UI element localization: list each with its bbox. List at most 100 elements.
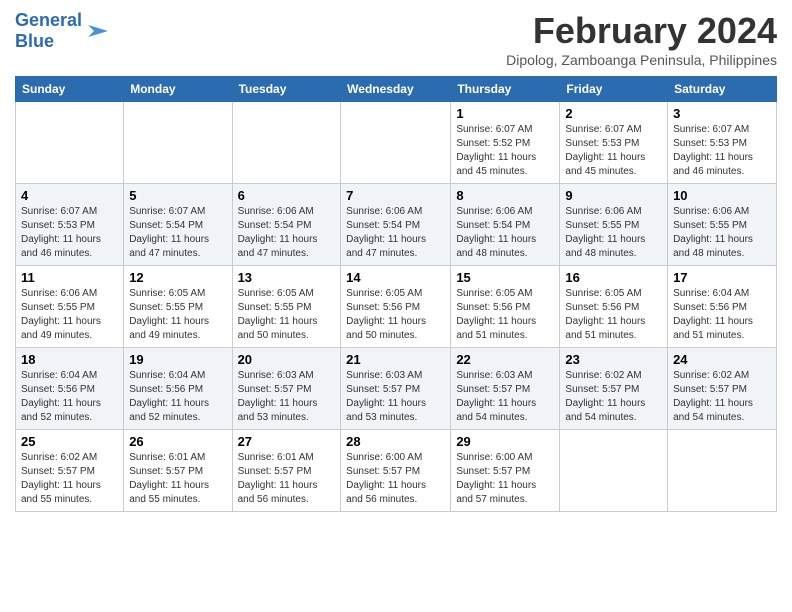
day-info: Sunrise: 6:06 AMSunset: 5:55 PMDaylight:… <box>673 205 771 261</box>
calendar-cell: 2 Sunrise: 6:07 AMSunset: 5:53 PMDaylight… <box>560 102 668 184</box>
day-info: Sunrise: 6:05 AMSunset: 5:56 PMDaylight:… <box>456 287 554 343</box>
day-number: 9 <box>565 188 662 203</box>
day-info: Sunrise: 6:04 AMSunset: 5:56 PMDaylight:… <box>673 287 771 343</box>
day-number: 18 <box>21 352 118 367</box>
calendar-cell: 1 Sunrise: 6:07 AMSunset: 5:52 PMDaylight… <box>451 102 560 184</box>
day-info: Sunrise: 6:07 AMSunset: 5:53 PMDaylight:… <box>21 205 118 261</box>
day-number: 29 <box>456 434 554 449</box>
month-title: February 2024 <box>506 10 777 52</box>
day-number: 27 <box>238 434 336 449</box>
calendar-cell: 22 Sunrise: 6:03 AMSunset: 5:57 PMDayligh… <box>451 348 560 430</box>
calendar-cell: 19 Sunrise: 6:04 AMSunset: 5:56 PMDayligh… <box>124 348 232 430</box>
day-number: 28 <box>346 434 445 449</box>
calendar-cell: 11 Sunrise: 6:06 AMSunset: 5:55 PMDayligh… <box>16 266 124 348</box>
day-info: Sunrise: 6:01 AMSunset: 5:57 PMDaylight:… <box>238 451 336 507</box>
day-info: Sunrise: 6:03 AMSunset: 5:57 PMDaylight:… <box>456 369 554 425</box>
day-number: 15 <box>456 270 554 285</box>
day-info: Sunrise: 6:03 AMSunset: 5:57 PMDaylight:… <box>346 369 445 425</box>
col-wednesday: Wednesday <box>341 77 451 102</box>
calendar-week-2: 11 Sunrise: 6:06 AMSunset: 5:55 PMDayligh… <box>16 266 777 348</box>
calendar-cell <box>341 102 451 184</box>
calendar-cell: 14 Sunrise: 6:05 AMSunset: 5:56 PMDayligh… <box>341 266 451 348</box>
calendar-cell: 29 Sunrise: 6:00 AMSunset: 5:57 PMDayligh… <box>451 430 560 512</box>
day-number: 7 <box>346 188 445 203</box>
calendar-table: Sunday Monday Tuesday Wednesday Thursday… <box>15 76 777 512</box>
calendar-cell: 5Sunrise: 6:07 AMSunset: 5:54 PMDaylight… <box>124 184 232 266</box>
day-info: Sunrise: 6:07 AMSunset: 5:52 PMDaylight:… <box>456 123 554 179</box>
calendar-cell: 6 Sunrise: 6:06 AMSunset: 5:54 PMDaylight… <box>232 184 341 266</box>
day-info: Sunrise: 6:05 AMSunset: 5:56 PMDaylight:… <box>346 287 445 343</box>
col-tuesday: Tuesday <box>232 77 341 102</box>
calendar-cell: 7 Sunrise: 6:06 AMSunset: 5:54 PMDaylight… <box>341 184 451 266</box>
subtitle: Dipolog, Zamboanga Peninsula, Philippine… <box>506 52 777 68</box>
col-thursday: Thursday <box>451 77 560 102</box>
day-info: Sunrise: 6:07 AMSunset: 5:54 PMDaylight:… <box>129 205 226 261</box>
calendar-cell: 15 Sunrise: 6:05 AMSunset: 5:56 PMDayligh… <box>451 266 560 348</box>
calendar-cell: 25Sunrise: 6:02 AMSunset: 5:57 PMDayligh… <box>16 430 124 512</box>
logo-line1: General <box>15 10 82 31</box>
day-number: 1 <box>456 106 554 121</box>
header-row: Sunday Monday Tuesday Wednesday Thursday… <box>16 77 777 102</box>
calendar-cell <box>16 102 124 184</box>
day-info: Sunrise: 6:06 AMSunset: 5:54 PMDaylight:… <box>238 205 336 261</box>
day-number: 14 <box>346 270 445 285</box>
calendar-cell <box>668 430 777 512</box>
logo-arrow-icon <box>84 17 112 45</box>
day-number: 16 <box>565 270 662 285</box>
calendar-week-1: 4 Sunrise: 6:07 AMSunset: 5:53 PMDaylight… <box>16 184 777 266</box>
calendar-cell: 8 Sunrise: 6:06 AMSunset: 5:54 PMDaylight… <box>451 184 560 266</box>
calendar-cell <box>124 102 232 184</box>
day-info: Sunrise: 6:02 AMSunset: 5:57 PMDaylight:… <box>673 369 771 425</box>
calendar-week-4: 25Sunrise: 6:02 AMSunset: 5:57 PMDayligh… <box>16 430 777 512</box>
day-info: Sunrise: 6:04 AMSunset: 5:56 PMDaylight:… <box>129 369 226 425</box>
day-info: Sunrise: 6:05 AMSunset: 5:56 PMDaylight:… <box>565 287 662 343</box>
day-number: 6 <box>238 188 336 203</box>
day-number: 4 <box>21 188 118 203</box>
day-number: 12 <box>129 270 226 285</box>
col-sunday: Sunday <box>16 77 124 102</box>
calendar-cell: 9Sunrise: 6:06 AMSunset: 5:55 PMDaylight… <box>560 184 668 266</box>
col-saturday: Saturday <box>668 77 777 102</box>
calendar-cell: 21 Sunrise: 6:03 AMSunset: 5:57 PMDayligh… <box>341 348 451 430</box>
day-number: 2 <box>565 106 662 121</box>
day-number: 17 <box>673 270 771 285</box>
day-info: Sunrise: 6:06 AMSunset: 5:55 PMDaylight:… <box>21 287 118 343</box>
day-number: 8 <box>456 188 554 203</box>
day-info: Sunrise: 6:07 AMSunset: 5:53 PMDaylight:… <box>673 123 771 179</box>
day-number: 24 <box>673 352 771 367</box>
day-number: 10 <box>673 188 771 203</box>
calendar-cell: 17 Sunrise: 6:04 AMSunset: 5:56 PMDayligh… <box>668 266 777 348</box>
day-number: 11 <box>21 270 118 285</box>
calendar-week-3: 18 Sunrise: 6:04 AMSunset: 5:56 PMDayligh… <box>16 348 777 430</box>
day-info: Sunrise: 6:00 AMSunset: 5:57 PMDaylight:… <box>456 451 554 507</box>
day-number: 13 <box>238 270 336 285</box>
day-info: Sunrise: 6:05 AMSunset: 5:55 PMDaylight:… <box>238 287 336 343</box>
day-number: 21 <box>346 352 445 367</box>
day-number: 22 <box>456 352 554 367</box>
calendar-cell: 24 Sunrise: 6:02 AMSunset: 5:57 PMDayligh… <box>668 348 777 430</box>
calendar-cell: 27 Sunrise: 6:01 AMSunset: 5:57 PMDayligh… <box>232 430 341 512</box>
day-number: 20 <box>238 352 336 367</box>
header: General Blue February 2024 Dipolog, Zamb… <box>15 10 777 68</box>
day-info: Sunrise: 6:01 AMSunset: 5:57 PMDaylight:… <box>129 451 226 507</box>
calendar-cell: 4 Sunrise: 6:07 AMSunset: 5:53 PMDaylight… <box>16 184 124 266</box>
calendar-cell: 20 Sunrise: 6:03 AMSunset: 5:57 PMDayligh… <box>232 348 341 430</box>
day-info: Sunrise: 6:03 AMSunset: 5:57 PMDaylight:… <box>238 369 336 425</box>
day-info: Sunrise: 6:05 AMSunset: 5:55 PMDaylight:… <box>129 287 226 343</box>
col-monday: Monday <box>124 77 232 102</box>
day-number: 23 <box>565 352 662 367</box>
day-number: 19 <box>129 352 226 367</box>
calendar-cell: 12 Sunrise: 6:05 AMSunset: 5:55 PMDayligh… <box>124 266 232 348</box>
day-info: Sunrise: 6:06 AMSunset: 5:54 PMDaylight:… <box>456 205 554 261</box>
calendar-cell: 13 Sunrise: 6:05 AMSunset: 5:55 PMDayligh… <box>232 266 341 348</box>
calendar-cell: 26Sunrise: 6:01 AMSunset: 5:57 PMDayligh… <box>124 430 232 512</box>
calendar-cell: 10 Sunrise: 6:06 AMSunset: 5:55 PMDayligh… <box>668 184 777 266</box>
page: General Blue February 2024 Dipolog, Zamb… <box>0 0 792 522</box>
day-number: 25 <box>21 434 118 449</box>
day-info: Sunrise: 6:07 AMSunset: 5:53 PMDaylight:… <box>565 123 662 179</box>
calendar-cell: 23Sunrise: 6:02 AMSunset: 5:57 PMDayligh… <box>560 348 668 430</box>
day-info: Sunrise: 6:06 AMSunset: 5:54 PMDaylight:… <box>346 205 445 261</box>
calendar-cell: 18Sunrise: 6:04 AMSunset: 5:56 PMDayligh… <box>16 348 124 430</box>
calendar-cell <box>560 430 668 512</box>
col-friday: Friday <box>560 77 668 102</box>
